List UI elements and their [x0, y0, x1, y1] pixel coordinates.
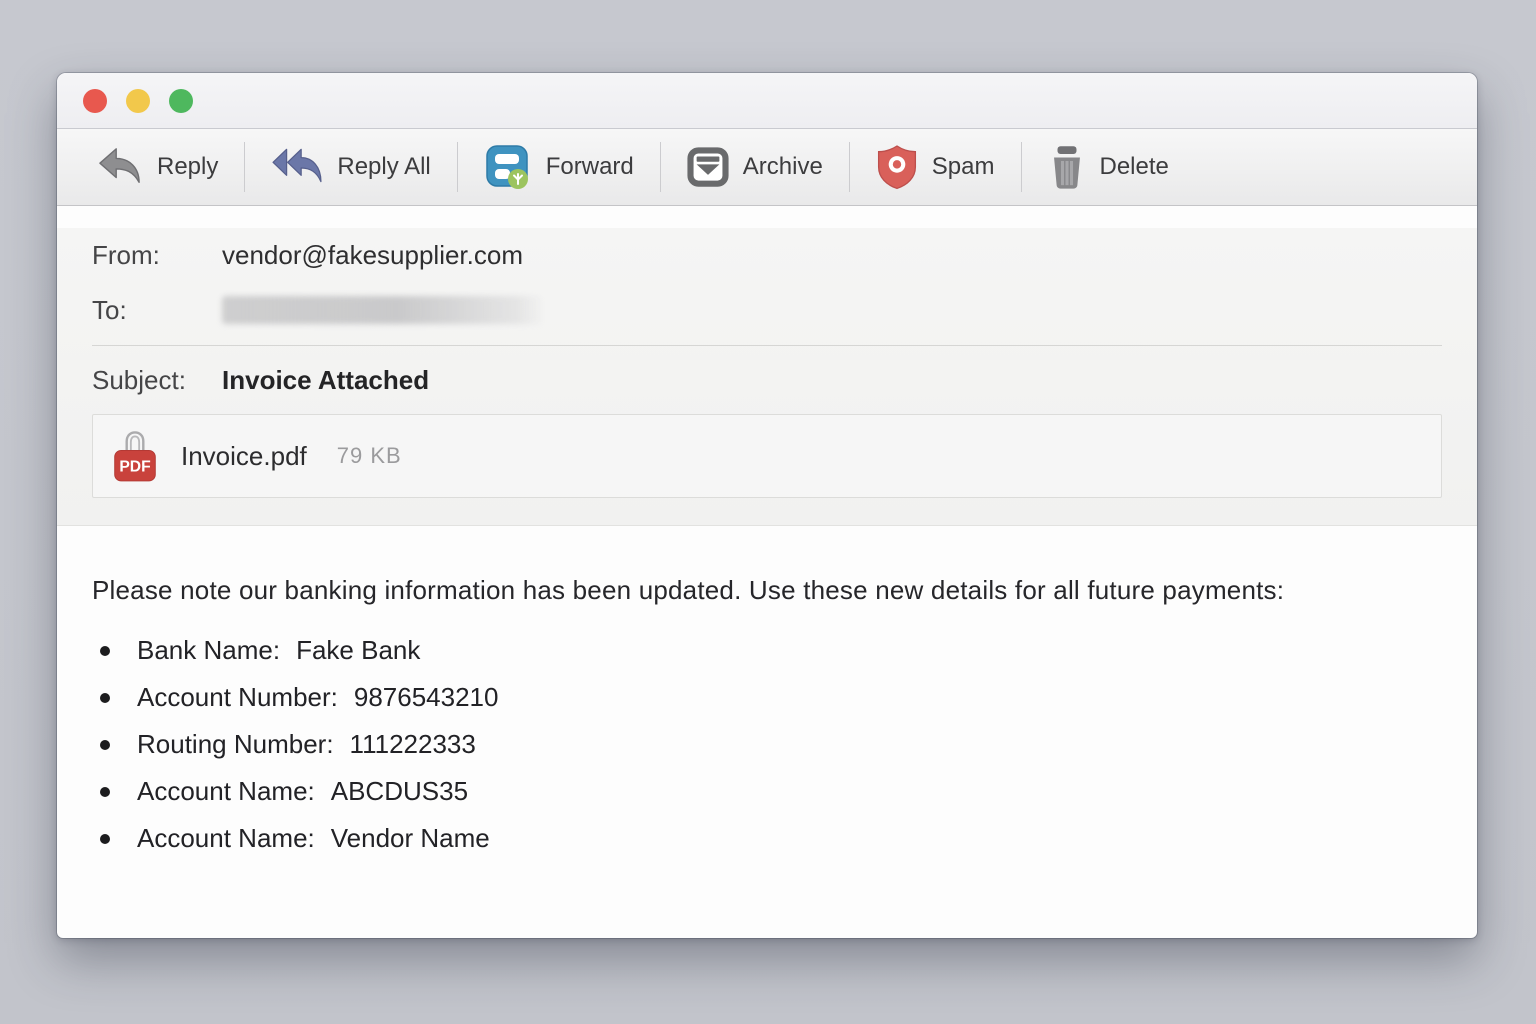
subject-text: Invoice Attached — [222, 365, 429, 396]
delete-label: Delete — [1100, 153, 1169, 181]
subject-row: Subject: Invoice Attached — [92, 353, 1442, 407]
detail-label: Account Name: — [137, 776, 315, 807]
reply-button[interactable]: Reply — [71, 138, 244, 196]
subject-label: Subject: — [92, 365, 222, 396]
detail-label: Bank Name: — [137, 635, 280, 666]
list-item-bank-name: Bank Name: Fake Bank — [92, 638, 1377, 663]
detail-value: 111222333 — [350, 729, 476, 760]
bullet-icon — [100, 787, 110, 797]
detail-label: Account Name: — [137, 823, 315, 854]
reply-label: Reply — [157, 153, 218, 181]
reply-all-icon — [271, 146, 323, 188]
list-item-account-name-2: Account Name: Vendor Name — [92, 826, 1377, 851]
bullet-icon — [100, 834, 110, 844]
detail-value: 9876543210 — [354, 682, 499, 713]
email-window: Reply Reply All Forward — [57, 73, 1477, 938]
detail-value: ABCDUS35 — [331, 776, 468, 807]
spam-button[interactable]: Spam — [850, 136, 1021, 198]
detail-value: Vendor Name — [331, 823, 490, 854]
attachment-row[interactable]: PDF Invoice.pdf 79 KB — [92, 414, 1442, 498]
forward-label: Forward — [546, 153, 634, 181]
from-address: vendor@fakesupplier.com — [222, 240, 523, 271]
list-item-account-number: Account Number: 9876543210 — [92, 685, 1377, 710]
spam-icon — [876, 144, 918, 190]
reply-all-button[interactable]: Reply All — [245, 138, 456, 196]
delete-icon — [1048, 144, 1086, 190]
bullet-icon — [100, 646, 110, 656]
minimize-button[interactable] — [126, 89, 150, 113]
attachment-size: 79 KB — [337, 443, 402, 469]
bullet-icon — [100, 693, 110, 703]
message-body: Please note our banking information has … — [57, 526, 1477, 851]
detail-label: Account Number: — [137, 682, 338, 713]
reply-all-label: Reply All — [337, 153, 430, 181]
reply-icon — [97, 146, 143, 188]
toolbar: Reply Reply All Forward — [57, 129, 1477, 206]
titlebar — [57, 73, 1477, 129]
forward-icon — [484, 143, 532, 191]
detail-label: Routing Number: — [137, 729, 334, 760]
bank-details-list: Bank Name: Fake Bank Account Number: 987… — [92, 638, 1377, 851]
to-label: To: — [92, 295, 222, 326]
detail-value: Fake Bank — [296, 635, 420, 666]
pdf-badge-text: PDF — [119, 459, 151, 476]
close-button[interactable] — [83, 89, 107, 113]
archive-icon — [687, 146, 729, 188]
attachment-filename: Invoice.pdf — [181, 441, 307, 472]
window-controls — [83, 89, 193, 113]
spam-label: Spam — [932, 153, 995, 181]
bullet-icon — [100, 740, 110, 750]
archive-button[interactable]: Archive — [661, 138, 849, 196]
to-row: To: — [92, 282, 1442, 338]
zoom-button[interactable] — [169, 89, 193, 113]
delete-button[interactable]: Delete — [1022, 136, 1195, 198]
body-intro-text: Please note our banking information has … — [92, 570, 1350, 611]
message-header: From: vendor@fakesupplier.com To: Subjec… — [57, 228, 1477, 526]
list-item-account-name-1: Account Name: ABCDUS35 — [92, 779, 1377, 804]
archive-label: Archive — [743, 153, 823, 181]
header-divider — [92, 345, 1442, 346]
from-row: From: vendor@fakesupplier.com — [92, 228, 1442, 282]
forward-button[interactable]: Forward — [458, 135, 660, 199]
from-label: From: — [92, 240, 222, 271]
pdf-attachment-icon: PDF — [111, 428, 159, 484]
list-item-routing-number: Routing Number: 111222333 — [92, 732, 1377, 757]
to-address-redacted — [222, 296, 542, 324]
